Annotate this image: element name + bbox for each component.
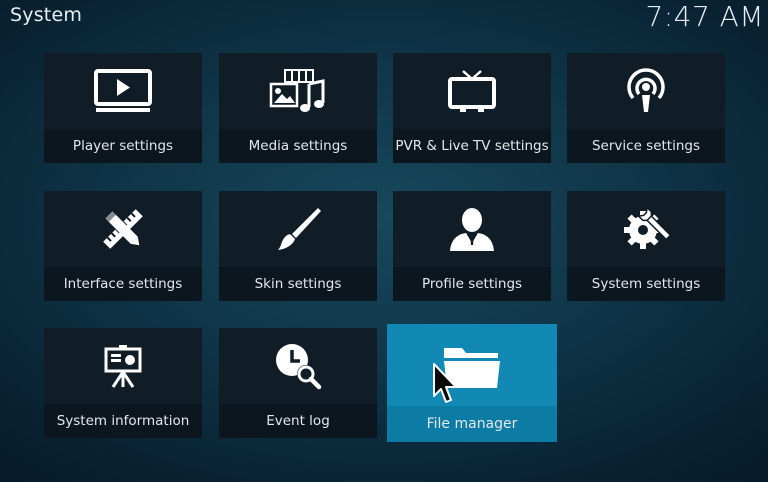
page-title: System (10, 4, 83, 26)
tv-icon (393, 53, 551, 129)
tile-player-settings[interactable]: Player settings (44, 53, 202, 163)
tile-pvr-live-tv-settings[interactable]: PVR & Live TV settings (393, 53, 551, 163)
tile-system-information[interactable]: System information (44, 328, 202, 438)
media-icon (219, 53, 377, 129)
tile-label: System information (44, 404, 202, 438)
tile-file-manager[interactable]: File manager (387, 324, 557, 442)
player-icon (44, 53, 202, 129)
gear-wrench-icon (567, 191, 725, 267)
tile-label: Profile settings (393, 267, 551, 301)
tile-label: PVR & Live TV settings (393, 129, 551, 163)
brush-icon (219, 191, 377, 267)
tile-skin-settings[interactable]: Skin settings (219, 191, 377, 301)
tile-interface-settings[interactable]: Interface settings (44, 191, 202, 301)
tile-label: Skin settings (219, 267, 377, 301)
tile-system-settings[interactable]: System settings (567, 191, 725, 301)
profile-icon (393, 191, 551, 267)
tile-service-settings[interactable]: Service settings (567, 53, 725, 163)
clock: 7:47 AM (645, 0, 764, 33)
tile-label: File manager (387, 406, 557, 442)
service-icon (567, 53, 725, 129)
tile-profile-settings[interactable]: Profile settings (393, 191, 551, 301)
tile-label: System settings (567, 267, 725, 301)
folder-icon (387, 324, 557, 406)
clock-search-icon (219, 328, 377, 404)
tile-media-settings[interactable]: Media settings (219, 53, 377, 163)
interface-icon (44, 191, 202, 267)
tile-label: Player settings (44, 129, 202, 163)
tile-label: Service settings (567, 129, 725, 163)
tile-label: Media settings (219, 129, 377, 163)
presentation-icon (44, 328, 202, 404)
tile-label: Event log (219, 404, 377, 438)
tile-label: Interface settings (44, 267, 202, 301)
tile-event-log[interactable]: Event log (219, 328, 377, 438)
